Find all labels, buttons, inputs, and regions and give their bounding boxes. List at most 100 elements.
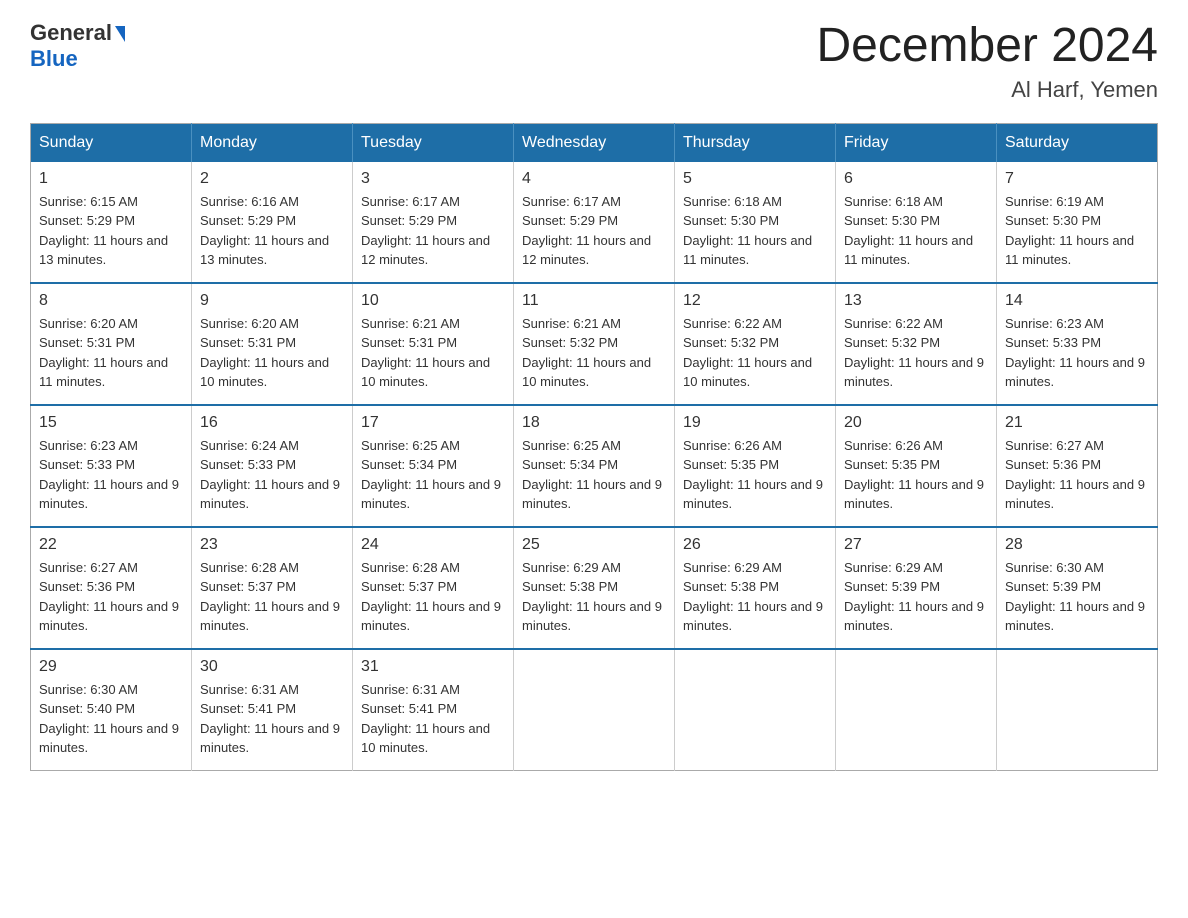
day-info: Sunrise: 6:19 AMSunset: 5:30 PMDaylight:…	[1005, 192, 1149, 270]
logo: General Blue	[30, 20, 125, 72]
day-info: Sunrise: 6:25 AMSunset: 5:34 PMDaylight:…	[522, 436, 666, 514]
logo-triangle-icon	[115, 26, 125, 42]
calendar-cell: 5Sunrise: 6:18 AMSunset: 5:30 PMDaylight…	[675, 162, 836, 283]
day-info: Sunrise: 6:17 AMSunset: 5:29 PMDaylight:…	[522, 192, 666, 270]
calendar-cell: 30Sunrise: 6:31 AMSunset: 5:41 PMDayligh…	[192, 649, 353, 771]
day-info: Sunrise: 6:23 AMSunset: 5:33 PMDaylight:…	[1005, 314, 1149, 392]
day-info: Sunrise: 6:22 AMSunset: 5:32 PMDaylight:…	[844, 314, 988, 392]
calendar-cell: 3 Sunrise: 6:17 AMSunset: 5:29 PMDaylight…	[353, 162, 514, 283]
calendar-week-row: 8 Sunrise: 6:20 AMSunset: 5:31 PMDaylight…	[31, 283, 1158, 405]
calendar-week-row: 1 Sunrise: 6:15 AMSunset: 5:29 PMDaylight…	[31, 162, 1158, 283]
day-info: Sunrise: 6:22 AMSunset: 5:32 PMDaylight:…	[683, 314, 827, 392]
day-info: Sunrise: 6:30 AMSunset: 5:40 PMDaylight:…	[39, 680, 183, 758]
day-info: Sunrise: 6:21 AMSunset: 5:32 PMDaylight:…	[522, 314, 666, 392]
day-number: 19	[683, 414, 827, 432]
day-info: Sunrise: 6:25 AMSunset: 5:34 PMDaylight:…	[361, 436, 505, 514]
day-info: Sunrise: 6:24 AMSunset: 5:33 PMDaylight:…	[200, 436, 344, 514]
calendar-cell: 27Sunrise: 6:29 AMSunset: 5:39 PMDayligh…	[836, 527, 997, 649]
calendar-cell: 8Sunrise: 6:20 AMSunset: 5:31 PMDaylight…	[31, 283, 192, 405]
day-info: Sunrise: 6:29 AMSunset: 5:39 PMDaylight:…	[844, 558, 988, 636]
calendar-cell: 18 Sunrise: 6:25 AMSunset: 5:34 PMDayligh…	[514, 405, 675, 527]
calendar-cell: 2 Sunrise: 6:16 AMSunset: 5:29 PMDaylight…	[192, 162, 353, 283]
day-number: 23	[200, 536, 344, 554]
calendar-cell	[997, 649, 1158, 771]
calendar-cell: 7 Sunrise: 6:19 AMSunset: 5:30 PMDaylight…	[997, 162, 1158, 283]
calendar-cell: 13 Sunrise: 6:22 AMSunset: 5:32 PMDayligh…	[836, 283, 997, 405]
day-number: 2	[200, 170, 344, 188]
day-number: 31	[361, 658, 505, 676]
day-number: 24	[361, 536, 505, 554]
calendar-week-row: 22 Sunrise: 6:27 AMSunset: 5:36 PMDayligh…	[31, 527, 1158, 649]
calendar-cell: 11 Sunrise: 6:21 AMSunset: 5:32 PMDayligh…	[514, 283, 675, 405]
day-info: Sunrise: 6:27 AMSunset: 5:36 PMDaylight:…	[39, 558, 183, 636]
day-number: 3	[361, 170, 505, 188]
calendar-cell: 25 Sunrise: 6:29 AMSunset: 5:38 PMDayligh…	[514, 527, 675, 649]
day-number: 13	[844, 292, 988, 310]
calendar-header-friday: Friday	[836, 123, 997, 162]
day-number: 15	[39, 414, 183, 432]
day-number: 1	[39, 170, 183, 188]
calendar-header-sunday: Sunday	[31, 123, 192, 162]
day-number: 25	[522, 536, 666, 554]
location-title: Al Harf, Yemen	[816, 77, 1158, 103]
calendar-cell: 19 Sunrise: 6:26 AMSunset: 5:35 PMDayligh…	[675, 405, 836, 527]
calendar-cell: 21 Sunrise: 6:27 AMSunset: 5:36 PMDayligh…	[997, 405, 1158, 527]
day-info: Sunrise: 6:26 AMSunset: 5:35 PMDaylight:…	[683, 436, 827, 514]
day-number: 20	[844, 414, 988, 432]
day-number: 14	[1005, 292, 1149, 310]
day-info: Sunrise: 6:28 AMSunset: 5:37 PMDaylight:…	[200, 558, 344, 636]
calendar-header-row: SundayMondayTuesdayWednesdayThursdayFrid…	[31, 123, 1158, 162]
day-number: 7	[1005, 170, 1149, 188]
calendar-cell: 1 Sunrise: 6:15 AMSunset: 5:29 PMDaylight…	[31, 162, 192, 283]
calendar-cell: 16 Sunrise: 6:24 AMSunset: 5:33 PMDayligh…	[192, 405, 353, 527]
calendar-header-thursday: Thursday	[675, 123, 836, 162]
day-info: Sunrise: 6:18 AMSunset: 5:30 PMDaylight:…	[683, 192, 827, 270]
calendar-cell	[675, 649, 836, 771]
calendar-cell: 17 Sunrise: 6:25 AMSunset: 5:34 PMDayligh…	[353, 405, 514, 527]
day-number: 17	[361, 414, 505, 432]
calendar-cell	[836, 649, 997, 771]
day-info: Sunrise: 6:31 AMSunset: 5:41 PMDaylight:…	[200, 680, 344, 758]
day-number: 21	[1005, 414, 1149, 432]
day-info: Sunrise: 6:28 AMSunset: 5:37 PMDaylight:…	[361, 558, 505, 636]
day-number: 8	[39, 292, 183, 310]
day-number: 18	[522, 414, 666, 432]
day-info: Sunrise: 6:23 AMSunset: 5:33 PMDaylight:…	[39, 436, 183, 514]
calendar-cell: 10 Sunrise: 6:21 AMSunset: 5:31 PMDayligh…	[353, 283, 514, 405]
calendar-table: SundayMondayTuesdayWednesdayThursdayFrid…	[30, 123, 1158, 771]
day-info: Sunrise: 6:26 AMSunset: 5:35 PMDaylight:…	[844, 436, 988, 514]
calendar-cell: 12 Sunrise: 6:22 AMSunset: 5:32 PMDayligh…	[675, 283, 836, 405]
calendar-week-row: 15 Sunrise: 6:23 AMSunset: 5:33 PMDayligh…	[31, 405, 1158, 527]
day-info: Sunrise: 6:20 AMSunset: 5:31 PMDaylight:…	[200, 314, 344, 392]
day-info: Sunrise: 6:21 AMSunset: 5:31 PMDaylight:…	[361, 314, 505, 392]
calendar-cell: 22 Sunrise: 6:27 AMSunset: 5:36 PMDayligh…	[31, 527, 192, 649]
logo-blue: Blue	[30, 46, 78, 72]
day-number: 29	[39, 658, 183, 676]
day-info: Sunrise: 6:29 AMSunset: 5:38 PMDaylight:…	[683, 558, 827, 636]
day-info: Sunrise: 6:16 AMSunset: 5:29 PMDaylight:…	[200, 192, 344, 270]
day-number: 10	[361, 292, 505, 310]
day-number: 22	[39, 536, 183, 554]
calendar-header-monday: Monday	[192, 123, 353, 162]
day-number: 11	[522, 292, 666, 310]
day-number: 4	[522, 170, 666, 188]
day-number: 12	[683, 292, 827, 310]
calendar-cell: 24 Sunrise: 6:28 AMSunset: 5:37 PMDayligh…	[353, 527, 514, 649]
calendar-cell: 9 Sunrise: 6:20 AMSunset: 5:31 PMDaylight…	[192, 283, 353, 405]
day-info: Sunrise: 6:29 AMSunset: 5:38 PMDaylight:…	[522, 558, 666, 636]
day-info: Sunrise: 6:31 AMSunset: 5:41 PMDaylight:…	[361, 680, 505, 758]
day-info: Sunrise: 6:17 AMSunset: 5:29 PMDaylight:…	[361, 192, 505, 270]
calendar-cell: 20 Sunrise: 6:26 AMSunset: 5:35 PMDayligh…	[836, 405, 997, 527]
calendar-cell: 6Sunrise: 6:18 AMSunset: 5:30 PMDaylight…	[836, 162, 997, 283]
title-area: December 2024 Al Harf, Yemen	[816, 20, 1158, 103]
calendar-cell: 4 Sunrise: 6:17 AMSunset: 5:29 PMDaylight…	[514, 162, 675, 283]
day-number: 16	[200, 414, 344, 432]
day-number: 9	[200, 292, 344, 310]
calendar-cell: 15 Sunrise: 6:23 AMSunset: 5:33 PMDayligh…	[31, 405, 192, 527]
day-info: Sunrise: 6:15 AMSunset: 5:29 PMDaylight:…	[39, 192, 183, 270]
month-title: December 2024	[816, 20, 1158, 73]
day-info: Sunrise: 6:27 AMSunset: 5:36 PMDaylight:…	[1005, 436, 1149, 514]
day-number: 26	[683, 536, 827, 554]
day-info: Sunrise: 6:30 AMSunset: 5:39 PMDaylight:…	[1005, 558, 1149, 636]
calendar-cell: 14 Sunrise: 6:23 AMSunset: 5:33 PMDayligh…	[997, 283, 1158, 405]
